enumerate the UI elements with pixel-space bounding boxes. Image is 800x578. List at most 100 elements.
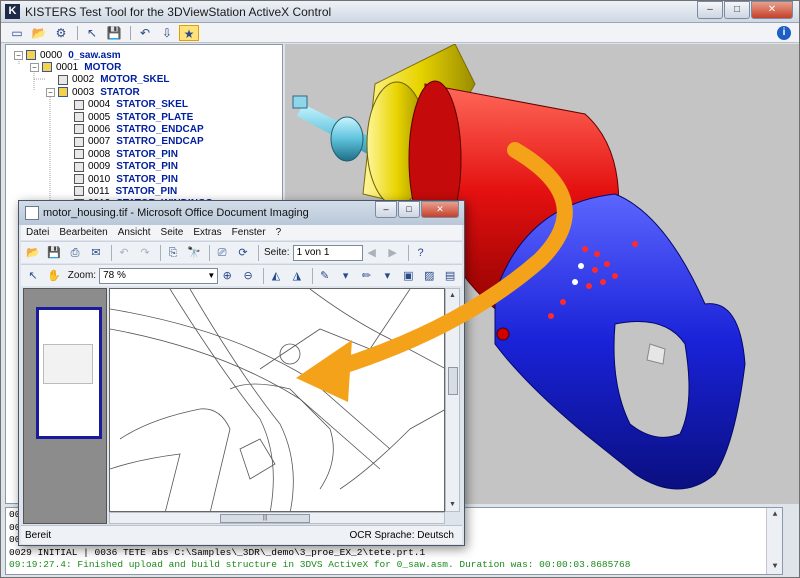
- reset-icon[interactable]: ⟳: [234, 245, 252, 261]
- pen-dropdown-icon[interactable]: ▾: [337, 268, 355, 284]
- picture-icon[interactable]: ▨: [420, 268, 438, 284]
- select-arrow-icon[interactable]: ↖: [24, 268, 42, 284]
- doc-menubar: Datei Bearbeiten Ansicht Seite Extras Fe…: [21, 225, 462, 240]
- page-thumbnail[interactable]: [36, 307, 102, 439]
- motor-housing-drawing: [110, 289, 444, 511]
- select-icon[interactable]: ↖: [82, 25, 102, 41]
- menu-ansicht[interactable]: Ansicht: [118, 227, 151, 238]
- document-canvas[interactable]: [109, 288, 445, 512]
- thumbnail-preview: [43, 344, 93, 384]
- log-scrollbar[interactable]: ▲ ▼: [766, 508, 782, 574]
- menu-seite[interactable]: Seite: [161, 227, 184, 238]
- doc-horizontal-scrollbar[interactable]: |||: [109, 512, 445, 524]
- tree-node[interactable]: − 0003 STATOR: [46, 86, 140, 98]
- minimize-button[interactable]: –: [697, 1, 723, 19]
- rotate-left-icon[interactable]: ◭: [267, 268, 285, 284]
- main-titlebar[interactable]: K KISTERS Test Tool for the 3DViewStatio…: [1, 1, 799, 23]
- menu-help[interactable]: ?: [276, 227, 282, 238]
- thumbnail-pane[interactable]: [23, 288, 107, 524]
- tree-node-name: STATRO_ENDCAP: [116, 136, 204, 148]
- tree-node[interactable]: − 0000 0_saw.asm: [14, 49, 121, 61]
- send-icon[interactable]: ✉: [87, 245, 105, 261]
- next-page-icon[interactable]: ▶: [384, 245, 402, 261]
- save-icon[interactable]: 💾: [104, 25, 124, 41]
- pen-icon[interactable]: ✎: [316, 268, 334, 284]
- maximize-button[interactable]: □: [724, 1, 750, 19]
- tree-node-number: 0010: [88, 173, 111, 185]
- prev-page-icon[interactable]: ◀: [363, 245, 381, 261]
- open-icon[interactable]: 📂: [24, 245, 42, 261]
- main-toolbar: ▭ 📂 ⚙ ↖ 💾 ↶ ⇩ ★: [1, 23, 799, 43]
- tree-node[interactable]: 0008 STATOR_PIN: [62, 148, 178, 160]
- scroll-down-icon[interactable]: ▼: [446, 498, 459, 511]
- log-line: 0029 INITIAL | 0036 TETE abs C:\Samples\…: [9, 546, 426, 558]
- tree-node[interactable]: 0009 STATOR_PIN: [62, 161, 178, 173]
- zoom-out-icon[interactable]: ⊖: [239, 268, 257, 284]
- open-icon[interactable]: 📂: [29, 25, 49, 41]
- rotate-right-icon[interactable]: ◮: [288, 268, 306, 284]
- tree-node[interactable]: 0004 STATOR_SKEL: [62, 99, 188, 111]
- scroll-down-icon[interactable]: ▼: [767, 560, 782, 574]
- doc-minimize-button[interactable]: –: [375, 201, 397, 218]
- chevron-down-icon: ▼: [207, 270, 216, 280]
- toolbar-separator: [407, 244, 409, 261]
- collapse-toggle-icon[interactable]: −: [14, 50, 23, 60]
- zoom-select[interactable]: 78 % ▼: [99, 267, 219, 284]
- toolbar-separator: [130, 25, 131, 40]
- menu-extras[interactable]: Extras: [193, 227, 221, 238]
- tree-node[interactable]: 0002 MOTOR_SKEL: [46, 74, 170, 86]
- star-icon[interactable]: ★: [179, 24, 199, 41]
- new-icon[interactable]: ▭: [7, 25, 27, 41]
- doc-close-button[interactable]: ✕: [421, 201, 459, 218]
- assembly-icon: [42, 62, 52, 73]
- save-icon[interactable]: 💾: [45, 245, 63, 261]
- highlighter-icon[interactable]: ✏: [358, 268, 376, 284]
- info-icon[interactable]: i: [777, 26, 791, 40]
- tree-node[interactable]: − 0001 MOTOR: [30, 61, 121, 73]
- tree-node-name: MOTOR_SKEL: [100, 74, 170, 86]
- toolbar-separator: [258, 244, 259, 261]
- ocr-icon[interactable]: ⎘: [164, 245, 182, 261]
- hand-pan-icon[interactable]: ✋: [45, 268, 63, 284]
- zoom-in-icon[interactable]: ⊕: [218, 268, 236, 284]
- find-icon[interactable]: 🔭: [185, 245, 203, 261]
- doc-titlebar[interactable]: motor_housing.tif - Microsoft Office Doc…: [19, 201, 464, 225]
- tree-node[interactable]: 0005 STATOR_PLATE: [62, 111, 193, 123]
- hscroll-thumb[interactable]: |||: [220, 514, 310, 523]
- tree-node[interactable]: 0007 STATRO_ENDCAP: [62, 136, 204, 148]
- scroll-up-icon[interactable]: ▲: [446, 289, 459, 302]
- download-icon[interactable]: ⇩: [157, 25, 177, 41]
- tree-node[interactable]: 0011 STATOR_PIN: [62, 185, 177, 197]
- undo-icon[interactable]: ↶: [115, 245, 133, 261]
- print-icon[interactable]: ⎙: [66, 245, 84, 261]
- redo-icon[interactable]: ↷: [136, 245, 154, 261]
- scroll-thumb[interactable]: [448, 367, 458, 395]
- menu-fenster[interactable]: Fenster: [232, 227, 266, 238]
- scan-icon[interactable]: ⎚: [213, 245, 231, 261]
- part-icon: [74, 149, 84, 160]
- tree-node[interactable]: 0010 STATOR_PIN: [62, 173, 178, 185]
- tree-node-name: MOTOR: [84, 61, 122, 73]
- annotation-icon[interactable]: ▤: [441, 268, 459, 284]
- menu-bearbeiten[interactable]: Bearbeiten: [59, 227, 107, 238]
- collapse-toggle-icon[interactable]: −: [30, 62, 39, 72]
- page-input[interactable]: 1 von 1: [292, 244, 363, 261]
- undo-icon[interactable]: ↶: [135, 25, 155, 41]
- scroll-up-icon[interactable]: ▲: [767, 508, 782, 522]
- help-icon[interactable]: ?: [412, 245, 430, 261]
- doc-maximize-button[interactable]: □: [398, 201, 420, 218]
- doc-toolbar-view: ↖ ✋ Zoom: 78 % ▼ ⊕ ⊖ ◭ ◮ ✎ ▾ ✏ ▾ ▣ ▨ ▤: [21, 264, 462, 286]
- menu-datei[interactable]: Datei: [26, 227, 49, 238]
- tree-node[interactable]: 0006 STATRO_ENDCAP: [62, 123, 204, 135]
- settings-icon[interactable]: ⚙: [51, 25, 71, 41]
- doc-vertical-scrollbar[interactable]: ▲ ▼: [445, 288, 460, 512]
- highlighter-dropdown-icon[interactable]: ▾: [378, 268, 396, 284]
- tree-node-name: STATOR_PIN: [116, 161, 178, 173]
- toolbar-separator: [263, 267, 265, 284]
- doc-toolbar-standard: 📂 💾 ⎙ ✉ ↶ ↷ ⎘ 🔭 ⎚ ⟳ Seite: 1 von 1 ◀ ▶ ?: [21, 241, 462, 263]
- doc-statusbar: Bereit OCR Sprache: Deutsch: [21, 525, 462, 544]
- close-button[interactable]: ✕: [751, 1, 793, 19]
- assembly-icon: [26, 50, 36, 60]
- text-box-icon[interactable]: ▣: [399, 268, 417, 284]
- collapse-toggle-icon[interactable]: −: [46, 87, 55, 97]
